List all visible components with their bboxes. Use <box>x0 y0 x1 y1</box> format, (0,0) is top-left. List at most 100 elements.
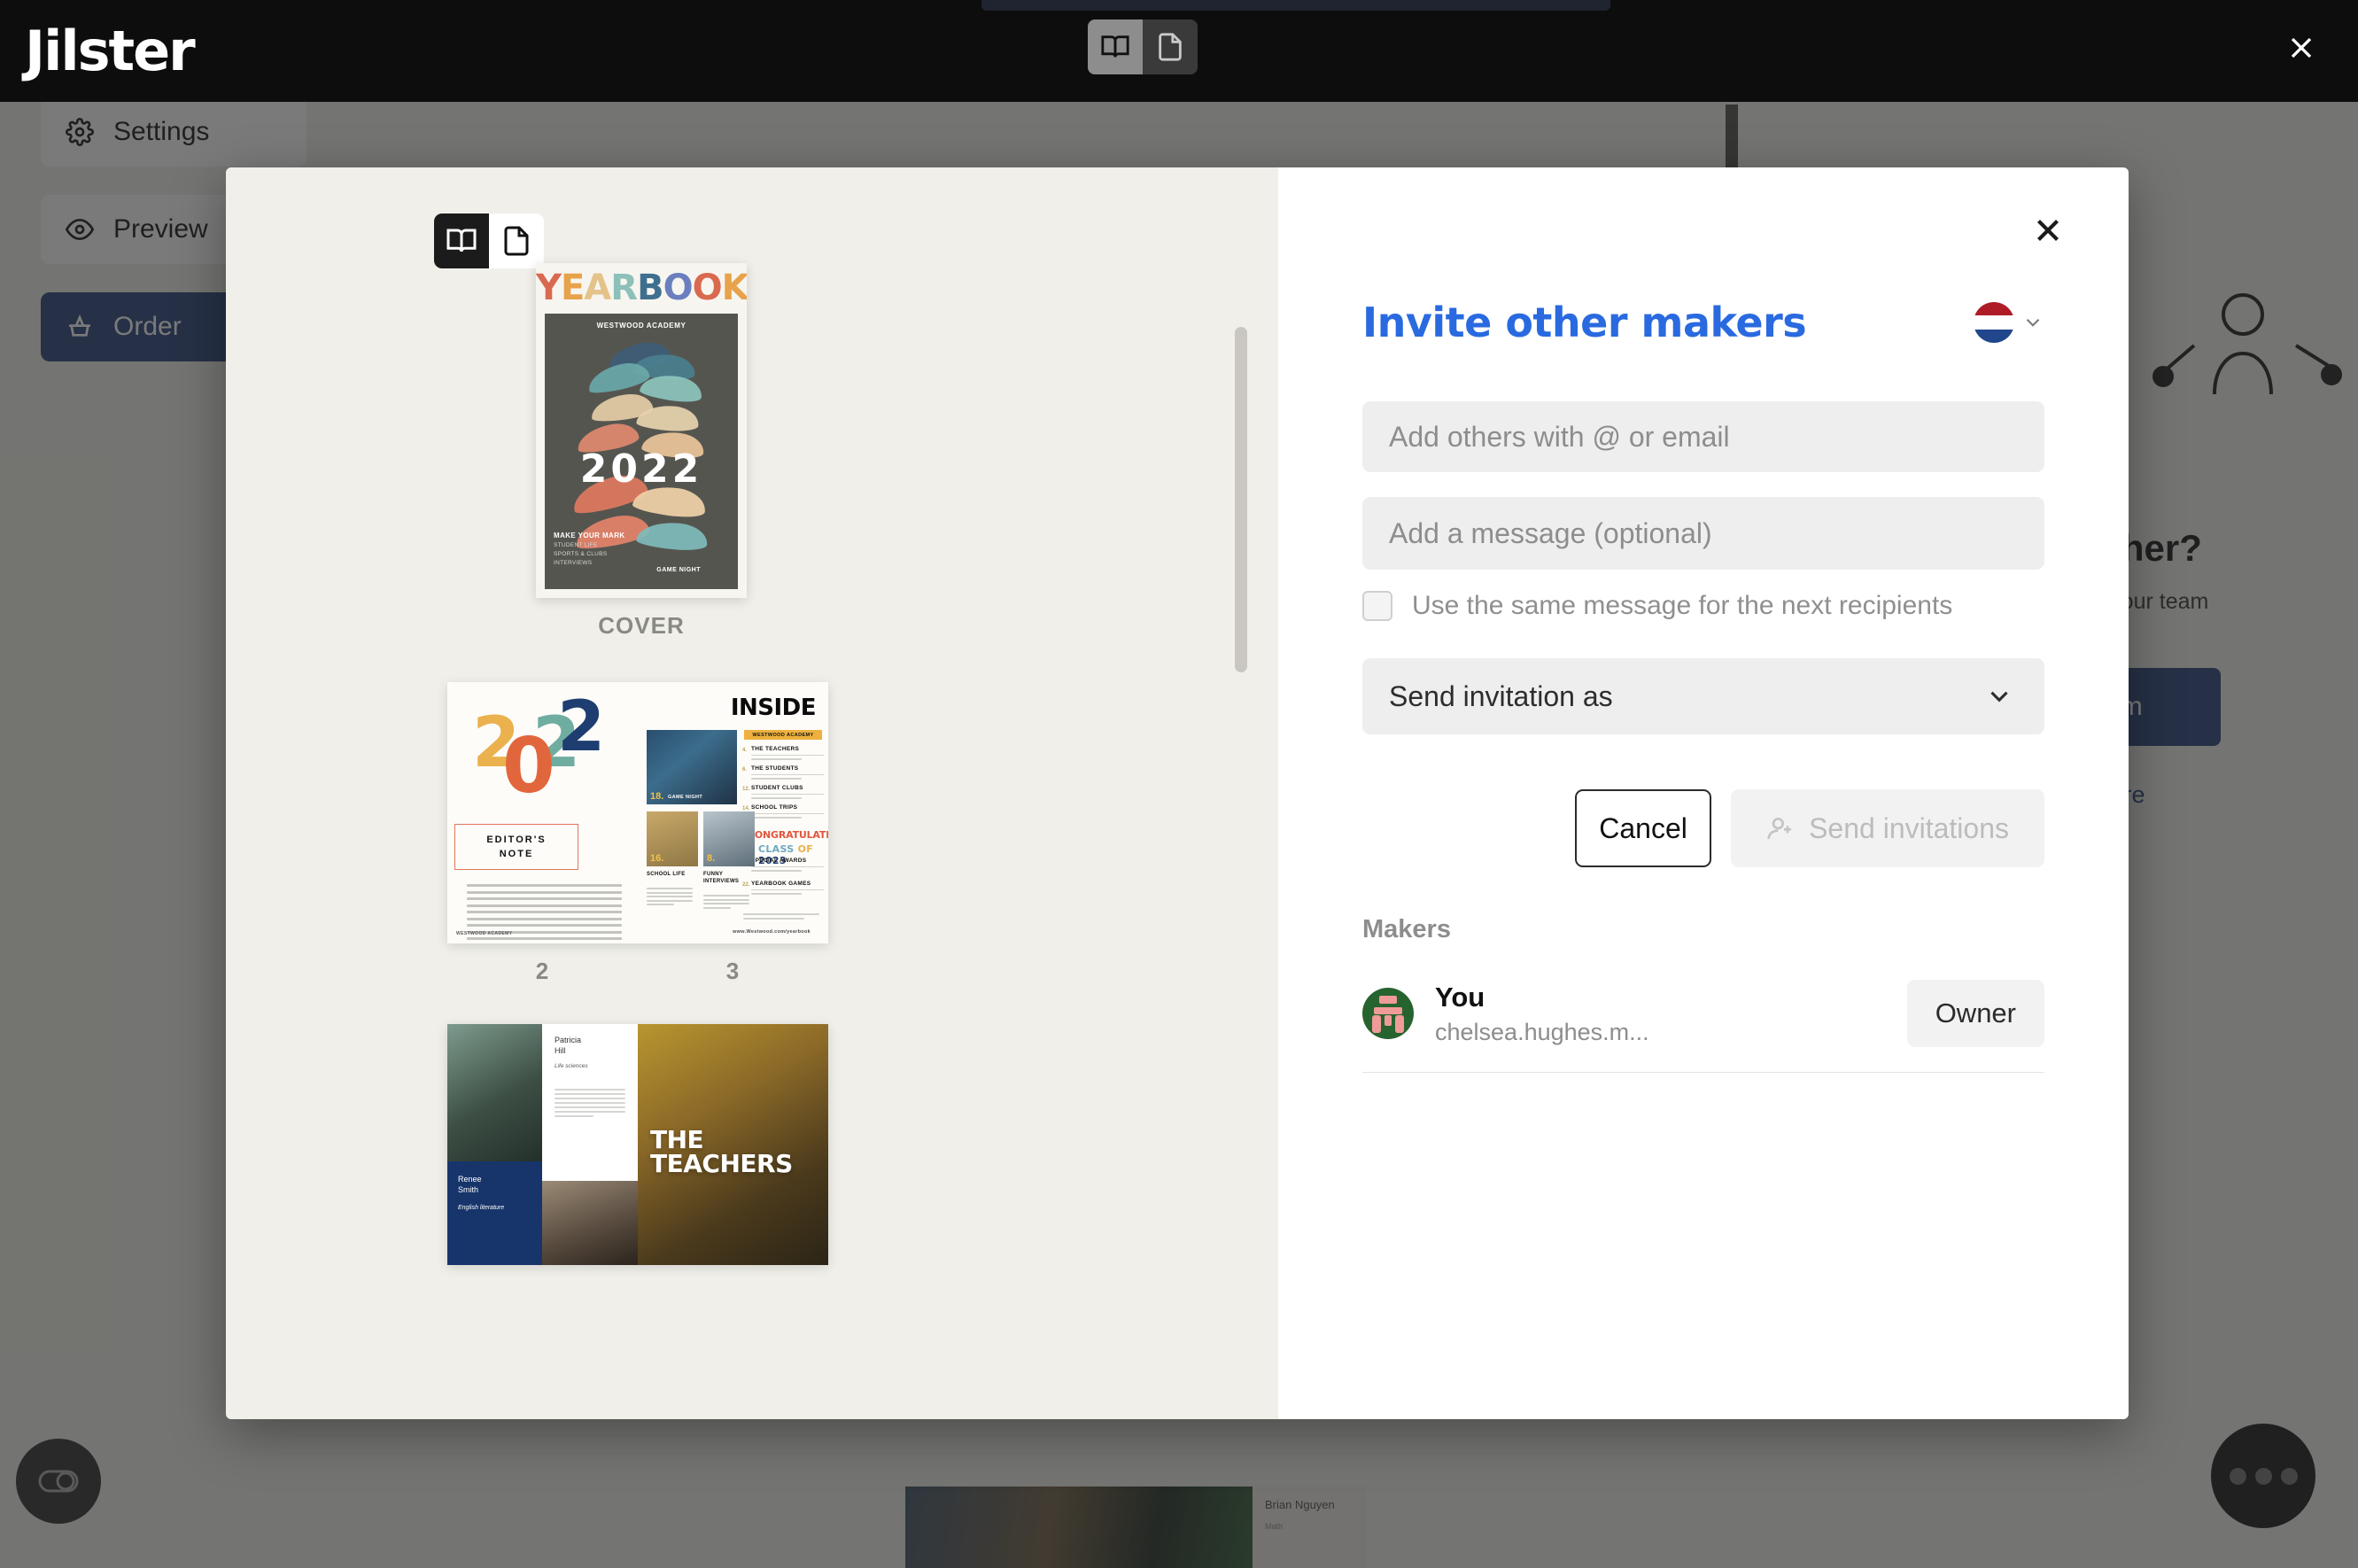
cover-tagline: MAKE YOUR MARK <box>554 532 625 539</box>
topbar-view-toggle[interactable] <box>1088 19 1198 74</box>
cover-school-name: WESTWOOD ACADEMY <box>596 322 686 330</box>
preview-view-toggle[interactable] <box>434 213 544 268</box>
cover-artwork: WESTWOOD ACADEMY 2022 MAKE YOUR MARK STU… <box>545 314 738 589</box>
teacher-name: Patricia Hill <box>555 1036 582 1056</box>
same-message-label: Use the same message for the next recipi… <box>1412 591 1953 620</box>
cover-footer: MAKE YOUR MARK STUDENT LIFE SPORTS & CLU… <box>554 532 625 566</box>
invite-email-input[interactable] <box>1362 401 2044 472</box>
book-icon <box>446 229 477 252</box>
toc-item[interactable]: STUDENT CLUBS <box>751 785 824 799</box>
same-message-checkbox-row[interactable]: Use the same message for the next recipi… <box>1362 591 2044 621</box>
maker-email: chelsea.hughes.m... <box>1435 1018 1649 1045</box>
cover-title-letter: O <box>692 268 723 308</box>
maker-list-item[interactable]: You chelsea.hughes.m... Owner <box>1362 980 2044 1073</box>
page2-year-digit: 2 <box>557 687 606 767</box>
invite-message-input[interactable] <box>1362 497 2044 570</box>
cover-photo-caption: GAME NIGHT <box>656 567 701 573</box>
invite-makers-modal: YEARBOOK WESTWOOD ACADEMY 2022 MAKE YOUR… <box>226 167 2129 1419</box>
book-preview-panel: YEARBOOK WESTWOOD ACADEMY 2022 MAKE YOUR… <box>226 167 1278 1419</box>
cover-title-letter: Y <box>536 268 562 308</box>
teacher-name: Renee Smith <box>458 1175 482 1195</box>
invite-form-header: Invite other makers <box>1362 299 2044 346</box>
inside-banner: WESTWOOD ACADEMY <box>744 730 822 740</box>
language-selector[interactable] <box>1974 302 2044 343</box>
preview-book-view-button[interactable] <box>434 213 489 268</box>
cover-title: YEARBOOK <box>536 270 747 306</box>
cover-spread[interactable]: YEARBOOK WESTWOOD ACADEMY 2022 MAKE YOUR… <box>306 263 1278 640</box>
preview-scrollbar-thumb[interactable] <box>1235 327 1247 672</box>
toc-item[interactable]: SPECIAL AWARDS <box>751 858 824 872</box>
page-2[interactable]: 2 2 2 0 EDITOR'S NOTE WESTWOOD ACADEMY <box>447 682 638 943</box>
spread-4-5[interactable]: Renee Smith English literature Patricia … <box>306 1024 1278 1265</box>
teacher-bio: Patricia Hill Life sciences <box>542 1024 638 1181</box>
topbar-page-view-button[interactable] <box>1143 19 1198 74</box>
page-3[interactable]: INSIDE 18. GAME NIGHT WESTWOOD ACADEMY 4… <box>638 682 828 943</box>
send-invitations-button[interactable]: Send invitations <box>1731 789 2044 867</box>
editors-note-line: EDITOR'S <box>486 834 547 845</box>
maker-role-badge[interactable]: Owner <box>1906 980 2044 1047</box>
book-icon <box>1101 35 1129 58</box>
toc-item[interactable]: THE TEACHERS <box>751 746 824 760</box>
teacher-role: Life sciences <box>555 1063 588 1070</box>
inside-main-photo-number: 18. <box>650 791 664 802</box>
topbar-close-button[interactable] <box>2277 23 2326 73</box>
cover-title-letter: E <box>560 268 585 308</box>
cover-year: 2022 <box>579 446 703 492</box>
class-of-word: CLASS <box>758 843 795 855</box>
cover-title-letter: B <box>637 268 663 308</box>
toc-item-title: YEARBOOK GAMES <box>751 881 811 887</box>
inside-sub-photo: 8. <box>703 811 755 866</box>
preview-scroll-area[interactable]: YEARBOOK WESTWOOD ACADEMY 2022 MAKE YOUR… <box>226 263 1278 1419</box>
modal-close-button[interactable] <box>2019 201 2077 260</box>
preview-scrollbar[interactable] <box>1235 327 1247 850</box>
invite-action-row: Cancel Send invitations <box>1362 789 2044 867</box>
maker-info: You chelsea.hughes.m... <box>1435 982 1907 1046</box>
cover-tag-line: STUDENT LIFE <box>554 542 598 548</box>
send-invitation-as-select[interactable]: Send invitation as <box>1362 658 2044 734</box>
cancel-button[interactable]: Cancel <box>1575 789 1712 867</box>
class-of-word: OF <box>797 843 814 855</box>
teacher-name-card: Renee Smith English literature <box>447 1161 542 1265</box>
toc-item[interactable]: THE STUDENTS <box>751 765 824 780</box>
page-caption: 2 <box>535 958 550 984</box>
browser-tab-stub <box>981 0 1610 11</box>
page-5[interactable]: THE TEACHERS <box>638 1024 828 1265</box>
page-caption: 3 <box>725 958 741 984</box>
teacher-photo <box>447 1024 542 1162</box>
makers-heading: Makers <box>1362 915 1451 943</box>
inside-main-photo-caption: GAME NIGHT <box>668 795 703 800</box>
cover-title-letter: K <box>721 268 747 308</box>
page-caption: COVER <box>598 612 685 639</box>
topbar-book-view-button[interactable] <box>1088 19 1143 74</box>
toc-item[interactable]: YEARBOOK GAMES <box>751 881 824 895</box>
same-message-checkbox[interactable] <box>1362 591 1392 621</box>
editors-note-heading: EDITOR'S NOTE <box>454 824 578 870</box>
toc-item-title: THE STUDENTS <box>751 765 799 772</box>
teacher-role: English literature <box>458 1204 505 1211</box>
inside-sub-photo-caption: FUNNY INTERVIEWS <box>703 872 740 885</box>
page-4[interactable]: Renee Smith English literature Patricia … <box>447 1024 638 1265</box>
toc-number: 12. <box>742 787 750 792</box>
chevron-down-icon <box>2026 318 2040 327</box>
inside-main-photo: 18. GAME NIGHT <box>647 730 737 804</box>
congratulations-heading: CONGRATULATIONS <box>748 829 828 841</box>
page3-url: www.Westwood.com/yearbook <box>733 929 811 935</box>
cover-page[interactable]: YEARBOOK WESTWOOD ACADEMY 2022 MAKE YOUR… <box>536 263 747 598</box>
spread-2-3[interactable]: 2 2 2 0 EDITOR'S NOTE WESTWOOD ACADEMY I… <box>306 682 1278 985</box>
page2-footer-brand: WESTWOOD ACADEMY <box>456 931 513 936</box>
cover-tag-line: INTERVIEWS <box>554 560 593 566</box>
cover-title-letter: R <box>610 268 638 308</box>
toc-item-title: SPECIAL AWARDS <box>751 858 807 864</box>
toc-item[interactable]: SCHOOL TRIPS <box>751 804 824 819</box>
inside-sub-photo: 16. <box>647 811 698 866</box>
inside-sub-photo-body <box>703 895 749 911</box>
inside-sub-photo-body <box>647 888 693 908</box>
teacher-photo <box>542 1180 638 1265</box>
brand-logo: Jilster <box>25 19 196 83</box>
preview-page-view-button[interactable] <box>489 213 544 268</box>
maker-name: You <box>1435 981 1485 1013</box>
the-teachers-line: TEACHERS <box>650 1148 793 1178</box>
inside-sub-photo-number: 8. <box>707 853 716 864</box>
toc-number: 22. <box>742 882 750 888</box>
cover-tag-line: SPORTS & CLUBS <box>554 551 608 557</box>
